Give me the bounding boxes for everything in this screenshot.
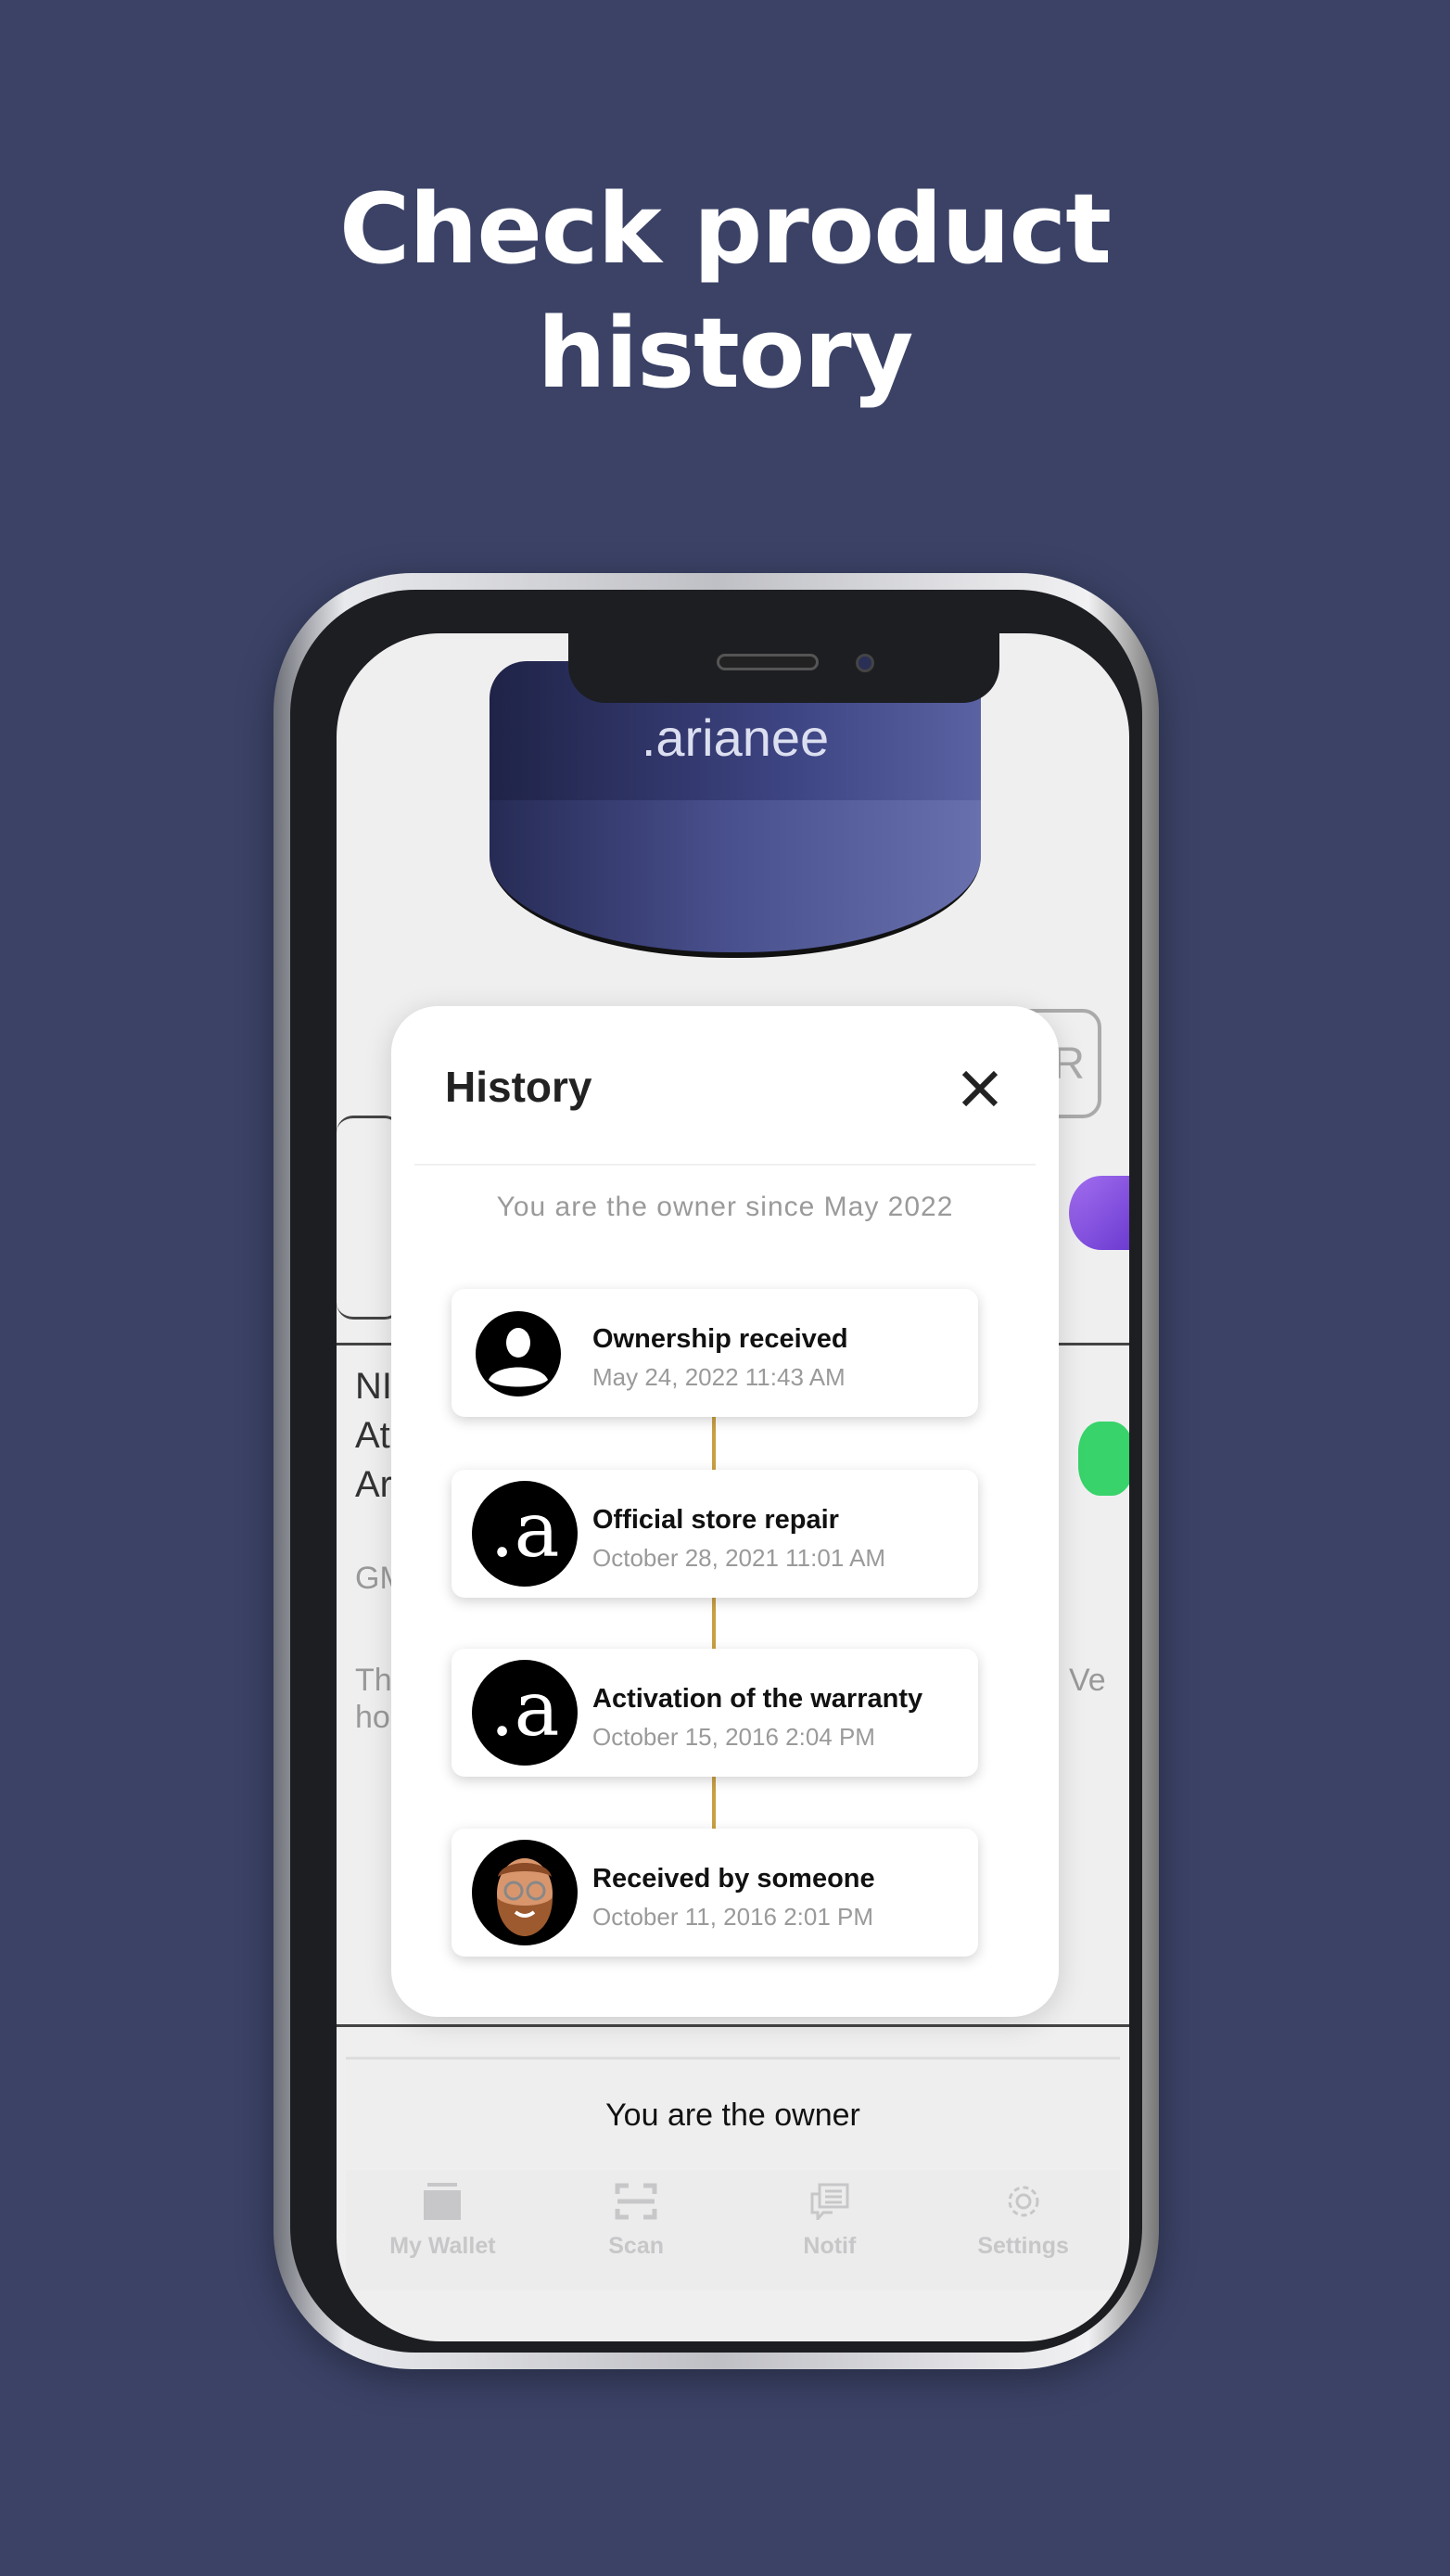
nav-label: Settings: [977, 2233, 1069, 2259]
event-title: Ownership received: [592, 1324, 848, 1354]
product-image-cap: .arianee: [490, 661, 981, 958]
history-event[interactable]: Ownership received May 24, 2022 11:43 AM: [452, 1289, 978, 1417]
description-fragment: Th: [355, 1663, 392, 1698]
product-name-fragment: NI: [355, 1366, 392, 1407]
certified-badge: [1078, 1422, 1129, 1496]
arianee-logo-icon: .a: [472, 1660, 578, 1766]
gear-icon: [1008, 2186, 1039, 2217]
event-title: Official store repair: [592, 1505, 839, 1535]
event-date: October 11, 2016 2:01 PM: [592, 1903, 874, 1931]
nav-label: My Wallet: [389, 2233, 496, 2259]
modal-title: History: [445, 1063, 592, 1111]
close-icon[interactable]: [957, 1065, 1003, 1112]
arianee-logo-icon: .a: [472, 1481, 578, 1587]
description-fragment: Ve: [1069, 1663, 1106, 1698]
history-modal: History You are the owner since May 2022…: [391, 1006, 1059, 2017]
nav-my-wallet[interactable]: My Wallet: [359, 2170, 526, 2290]
headline-line-1: Check product: [339, 172, 1112, 286]
product-thumbnail-right[interactable]: [1069, 1176, 1129, 1250]
wallet-icon: [424, 2183, 462, 2220]
divider: [337, 2024, 1129, 2027]
nav-notif[interactable]: Notif: [746, 2170, 913, 2290]
headline: Check product history: [0, 167, 1450, 415]
event-date: May 24, 2022 11:43 AM: [592, 1363, 846, 1391]
owner-status-bar: You are the owner: [346, 2057, 1120, 2168]
event-title: Activation of the warranty: [592, 1684, 923, 1714]
history-event[interactable]: .a Official store repair October 28, 202…: [452, 1470, 978, 1598]
brand-logo: .arianee: [641, 708, 830, 767]
bottom-nav: My Wallet Scan Notif Settings: [346, 2170, 1120, 2290]
memoji-avatar-icon: [472, 1840, 578, 1945]
modal-divider: [414, 1164, 1036, 1166]
cap-brim: [490, 800, 981, 958]
event-date: October 28, 2021 11:01 AM: [592, 1544, 886, 1572]
product-name-fragment: Ar: [355, 1464, 392, 1505]
scan-icon: [615, 2183, 657, 2220]
description-fragment: ho: [355, 1700, 390, 1735]
event-date: October 15, 2016 2:04 PM: [592, 1723, 875, 1751]
event-title: Received by someone: [592, 1864, 875, 1894]
user-icon: [476, 1311, 561, 1396]
history-event[interactable]: .a Activation of the warranty October 15…: [452, 1649, 978, 1777]
product-name-fragment: At: [355, 1415, 390, 1456]
nav-label: Scan: [608, 2233, 664, 2259]
notification-icon: [810, 2183, 849, 2220]
nav-settings[interactable]: Settings: [940, 2170, 1107, 2290]
nav-label: Notif: [803, 2233, 857, 2259]
speaker: [717, 654, 819, 670]
camera: [856, 654, 874, 672]
notch: [568, 633, 999, 703]
owner-since-text: You are the owner since May 2022: [496, 1192, 954, 1222]
headline-line-2: history: [537, 297, 914, 410]
nav-scan[interactable]: Scan: [553, 2170, 719, 2290]
history-event[interactable]: Received by someone October 11, 2016 2:0…: [452, 1829, 978, 1957]
